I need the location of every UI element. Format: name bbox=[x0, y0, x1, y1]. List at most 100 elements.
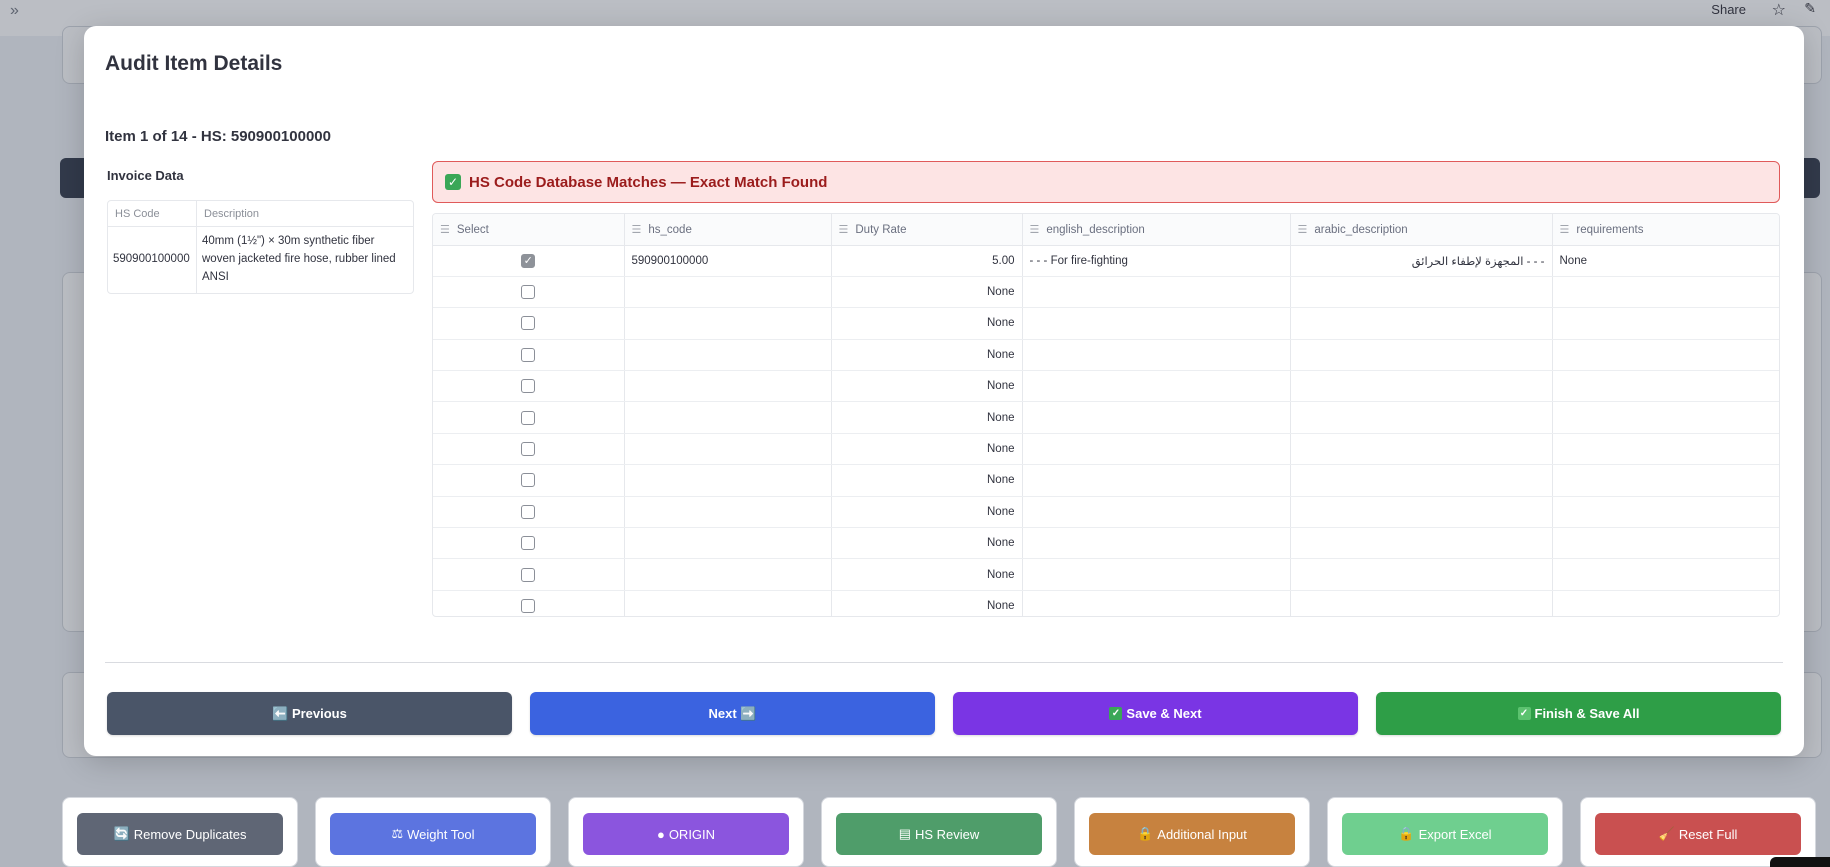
arabic-description-cell[interactable] bbox=[1290, 370, 1553, 403]
requirements-cell[interactable] bbox=[1552, 339, 1779, 372]
hs-code-cell[interactable]: 590900100000 bbox=[624, 245, 832, 277]
requirements-cell[interactable] bbox=[1552, 370, 1779, 403]
row-checkbox[interactable] bbox=[521, 598, 536, 613]
requirements-cell[interactable] bbox=[1552, 276, 1779, 309]
hs-code-cell[interactable] bbox=[624, 370, 832, 403]
hs-matches-grid[interactable]: ☰ Select ☰ hs_code ☰ Duty Rate ☰ english_des… bbox=[432, 213, 1780, 617]
hs-code-cell[interactable] bbox=[624, 558, 832, 591]
next-button[interactable]: Next ➡️ bbox=[530, 692, 935, 735]
duty-rate-cell[interactable]: None bbox=[831, 401, 1023, 434]
duty-rate-cell[interactable]: None bbox=[831, 370, 1023, 403]
hs-code-cell[interactable] bbox=[624, 401, 832, 434]
reset-full-button[interactable]: 🧹 Reset Full bbox=[1595, 813, 1801, 855]
requirements-cell[interactable] bbox=[1552, 590, 1779, 616]
row-checkbox[interactable] bbox=[521, 442, 536, 457]
arabic-description-cell[interactable] bbox=[1290, 307, 1553, 340]
hs-code-cell[interactable] bbox=[624, 464, 832, 497]
duty-rate-cell[interactable]: 5.00 bbox=[831, 245, 1023, 277]
arabic-description-cell[interactable] bbox=[1290, 401, 1553, 434]
english-description-cell[interactable] bbox=[1022, 527, 1291, 560]
pencil-icon[interactable]: ✎ bbox=[1804, 0, 1816, 17]
col-header-select[interactable]: ☰ Select bbox=[433, 214, 625, 246]
english-description-cell[interactable] bbox=[1022, 307, 1291, 340]
english-description-cell[interactable] bbox=[1022, 339, 1291, 372]
col-header-duty-rate[interactable]: ☰ Duty Rate bbox=[831, 214, 1023, 246]
select-cell[interactable] bbox=[433, 464, 625, 497]
duty-rate-cell[interactable]: None bbox=[831, 276, 1023, 309]
weight-tool-button[interactable]: ⚖ Weight Tool bbox=[330, 813, 536, 855]
col-header-hs-code[interactable]: ☰ hs_code bbox=[624, 214, 832, 246]
row-checkbox[interactable] bbox=[521, 504, 536, 519]
table-row[interactable]: None bbox=[433, 558, 1779, 591]
duty-rate-cell[interactable]: None bbox=[831, 307, 1023, 340]
arabic-description-cell[interactable] bbox=[1290, 433, 1553, 466]
select-cell[interactable] bbox=[433, 527, 625, 560]
star-icon[interactable]: ☆ bbox=[1772, 0, 1786, 20]
select-cell[interactable] bbox=[433, 590, 625, 616]
requirements-cell[interactable] bbox=[1552, 496, 1779, 529]
row-checkbox[interactable] bbox=[521, 410, 536, 425]
requirements-cell[interactable] bbox=[1552, 307, 1779, 340]
table-row[interactable]: ✓ 590900100000 5.00- - - For fire-fighting… bbox=[433, 245, 1779, 277]
arabic-description-cell[interactable] bbox=[1290, 496, 1553, 529]
requirements-cell[interactable]: None bbox=[1552, 245, 1779, 277]
table-row[interactable]: None bbox=[433, 401, 1779, 434]
export-excel-button[interactable]: 🔒 Export Excel bbox=[1342, 813, 1548, 855]
row-checkbox[interactable] bbox=[521, 536, 536, 551]
duty-rate-cell[interactable]: None bbox=[831, 496, 1023, 529]
row-checkbox[interactable] bbox=[521, 567, 536, 582]
english-description-cell[interactable] bbox=[1022, 433, 1291, 466]
requirements-cell[interactable] bbox=[1552, 558, 1779, 591]
table-row[interactable]: None bbox=[433, 339, 1779, 372]
select-cell[interactable] bbox=[433, 433, 625, 466]
col-header-english-description[interactable]: ☰ english_description bbox=[1022, 214, 1291, 246]
table-row[interactable]: None bbox=[433, 307, 1779, 340]
english-description-cell[interactable] bbox=[1022, 558, 1291, 591]
english-description-cell[interactable] bbox=[1022, 590, 1291, 616]
remove-duplicates-button[interactable]: 🔄 Remove Duplicates bbox=[77, 813, 283, 855]
arabic-description-cell[interactable] bbox=[1290, 590, 1553, 616]
hs-code-cell[interactable] bbox=[624, 307, 832, 340]
save-next-button[interactable]: ✓ Save & Next bbox=[953, 692, 1358, 735]
col-header-requirements[interactable]: ☰ requirements bbox=[1552, 214, 1779, 246]
duty-rate-cell[interactable]: None bbox=[831, 558, 1023, 591]
select-cell[interactable]: ✓ bbox=[433, 245, 625, 277]
table-row[interactable]: None bbox=[433, 496, 1779, 529]
hs-code-cell[interactable] bbox=[624, 590, 832, 616]
table-row[interactable]: None bbox=[433, 590, 1779, 616]
row-checkbox[interactable] bbox=[521, 379, 536, 394]
arabic-description-cell[interactable] bbox=[1290, 464, 1553, 497]
table-row[interactable]: None bbox=[433, 276, 1779, 309]
requirements-cell[interactable] bbox=[1552, 527, 1779, 560]
table-row[interactable]: None bbox=[433, 527, 1779, 560]
arabic-description-cell[interactable] bbox=[1290, 558, 1553, 591]
previous-button[interactable]: ⬅️ Previous bbox=[107, 692, 512, 735]
hs-code-cell[interactable] bbox=[624, 276, 832, 309]
duty-rate-cell[interactable]: None bbox=[831, 433, 1023, 466]
finish-save-all-button[interactable]: ✓ Finish & Save All bbox=[1376, 692, 1781, 735]
arabic-description-cell[interactable] bbox=[1290, 339, 1553, 372]
english-description-cell[interactable] bbox=[1022, 276, 1291, 309]
english-description-cell[interactable] bbox=[1022, 370, 1291, 403]
double-chevron-right-icon[interactable]: » bbox=[10, 2, 19, 20]
row-checkbox[interactable] bbox=[521, 473, 536, 488]
hs-code-cell[interactable] bbox=[624, 527, 832, 560]
origin-button[interactable]: ● ORIGIN bbox=[583, 813, 789, 855]
row-checkbox[interactable] bbox=[521, 316, 536, 331]
share-button[interactable]: Share bbox=[1711, 2, 1746, 17]
select-cell[interactable] bbox=[433, 370, 625, 403]
english-description-cell[interactable] bbox=[1022, 464, 1291, 497]
requirements-cell[interactable] bbox=[1552, 401, 1779, 434]
duty-rate-cell[interactable]: None bbox=[831, 339, 1023, 372]
additional-input-button[interactable]: 🔒 Additional Input bbox=[1089, 813, 1295, 855]
table-row[interactable]: None bbox=[433, 464, 1779, 497]
hs-code-cell[interactable] bbox=[624, 433, 832, 466]
english-description-cell[interactable]: - - - For fire-fighting bbox=[1022, 245, 1291, 277]
select-cell[interactable] bbox=[433, 558, 625, 591]
table-row[interactable]: None bbox=[433, 370, 1779, 403]
col-header-arabic-description[interactable]: ☰ arabic_description bbox=[1290, 214, 1553, 246]
duty-rate-cell[interactable]: None bbox=[831, 527, 1023, 560]
hs-review-button[interactable]: ▤ HS Review bbox=[836, 813, 1042, 855]
requirements-cell[interactable] bbox=[1552, 464, 1779, 497]
hs-code-cell[interactable] bbox=[624, 496, 832, 529]
